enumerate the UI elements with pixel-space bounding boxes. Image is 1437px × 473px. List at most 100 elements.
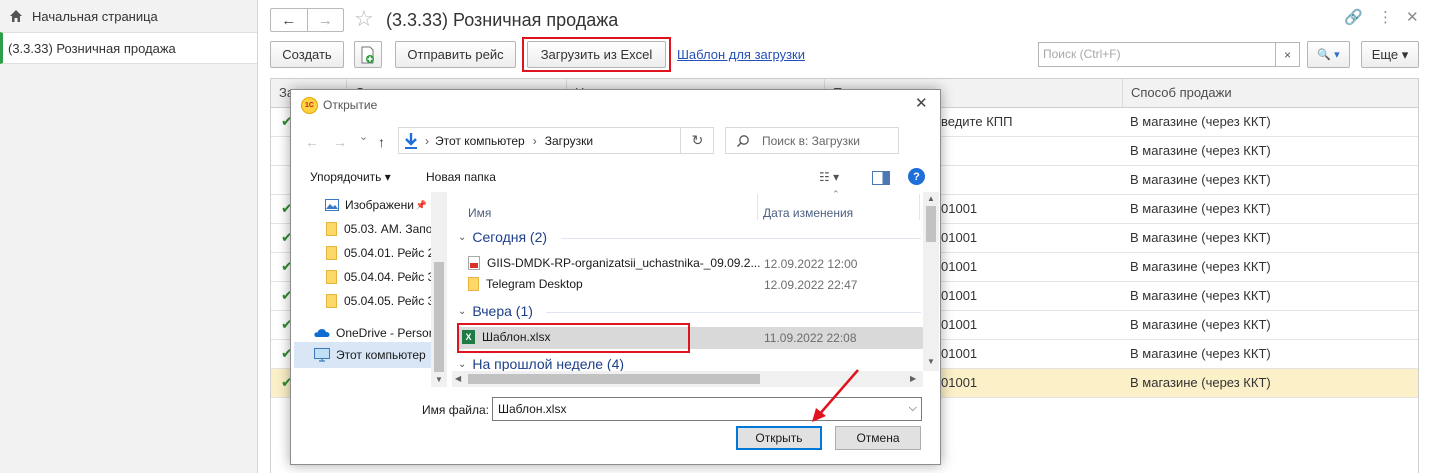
- column-header-sale-method[interactable]: Способ продажи: [1122, 79, 1232, 107]
- add-document-icon: [361, 46, 374, 63]
- refresh-icon[interactable]: ↻: [680, 127, 714, 154]
- group-header-today[interactable]: ⌄ Сегодня (2): [458, 229, 547, 245]
- breadcrumb-downloads[interactable]: Загрузки: [545, 134, 593, 148]
- up-arrow-icon[interactable]: ↑: [378, 134, 385, 150]
- search-field[interactable]: Поиск (Ctrl+F) ×: [1038, 42, 1300, 67]
- tree-item-pictures[interactable]: Изображени 📌: [325, 195, 427, 215]
- forward-arrow-icon[interactable]: →: [333, 134, 347, 150]
- filename-label: Имя файла:: [422, 403, 489, 417]
- tree-item-folder[interactable]: 05.03. АМ. Запо.: [326, 219, 436, 239]
- scrollbar-thumb[interactable]: [468, 374, 760, 384]
- table-cell-kpp: 01001: [941, 375, 978, 390]
- search-input[interactable]: Поиск (Ctrl+F): [1039, 43, 1275, 66]
- table-cell-sale-method: В магазине (через ККТ): [1130, 230, 1271, 245]
- clear-search-icon[interactable]: ×: [1275, 43, 1299, 66]
- home-icon: [10, 10, 22, 22]
- template-download-link[interactable]: Шаблон для загрузки: [677, 47, 805, 62]
- file-item-pdf[interactable]: GIIS-DMDK-RP-organizatsii_uchastnika-_09…: [468, 256, 760, 270]
- group-header-last-week[interactable]: ⌄ На прошлой неделе (4): [458, 356, 624, 372]
- preview-pane-icon[interactable]: [872, 171, 890, 185]
- folder-icon: [468, 277, 479, 291]
- scroll-left-icon[interactable]: ◀: [455, 374, 461, 383]
- group-header-yesterday[interactable]: ⌄ Вчера (1): [458, 303, 533, 319]
- dialog-close-icon[interactable]: ✕: [915, 94, 928, 112]
- new-folder-button[interactable]: Новая папка: [426, 170, 496, 184]
- group-chevron-icon: ⌄: [458, 231, 467, 243]
- scrollbar-thumb[interactable]: [434, 262, 444, 372]
- onedrive-cloud-icon: [314, 329, 330, 337]
- tree-item-this-pc[interactable]: Этот компьютер: [314, 345, 426, 365]
- add-document-button[interactable]: [354, 41, 382, 68]
- table-cell-sale-method: В магазине (через ККТ): [1130, 201, 1271, 216]
- table-cell-kpp: 01001: [941, 259, 978, 274]
- dialog-command-bar: Упорядочить ▾ Новая папка ☷ ▾ ?: [292, 162, 939, 192]
- view-options-icon[interactable]: ☷ ▾: [819, 170, 839, 184]
- scroll-right-icon[interactable]: ▶: [910, 374, 916, 383]
- table-cell-sale-method: В магазине (через ККТ): [1130, 375, 1271, 390]
- search-options-button[interactable]: 🔍 ▾: [1307, 41, 1350, 68]
- create-button[interactable]: Создать: [270, 41, 344, 68]
- more-button[interactable]: Еще ▾: [1361, 41, 1419, 68]
- send-trip-button[interactable]: Отправить рейс: [395, 41, 516, 68]
- table-cell-sale-method: В магазине (через ККТ): [1130, 259, 1271, 274]
- file-date: 12.09.2022 22:47: [764, 278, 858, 292]
- table-cell-kpp: 01001: [941, 288, 978, 303]
- table-cell-kpp: 01001: [941, 317, 978, 332]
- table-cell-kpp: 01001: [941, 201, 978, 216]
- sidebar-item-home[interactable]: Начальная страница: [0, 0, 257, 32]
- folder-icon: [326, 222, 337, 236]
- downloads-icon: [405, 132, 417, 149]
- file-item-folder[interactable]: Telegram Desktop: [468, 277, 583, 291]
- recent-locations-icon[interactable]: ⌄: [359, 130, 368, 143]
- column-header-date[interactable]: Дата изменения: [763, 206, 853, 220]
- back-button[interactable]: ←: [271, 9, 307, 31]
- highlight-frame-file: [457, 323, 690, 353]
- chevron-down-icon[interactable]: ⌵: [909, 402, 917, 415]
- favorite-star-icon[interactable]: ☆: [354, 6, 374, 32]
- scrollbar-thumb[interactable]: [926, 206, 936, 242]
- link-icon[interactable]: 🔗: [1344, 8, 1363, 28]
- breadcrumb-this-pc[interactable]: Этот компьютер: [435, 134, 525, 148]
- sidebar: Начальная страница (3.3.33) Розничная пр…: [0, 0, 258, 473]
- file-date: 11.09.2022 22:08: [764, 331, 857, 345]
- scroll-down-icon[interactable]: ▼: [927, 357, 935, 366]
- column-header-name[interactable]: Имя: [468, 206, 491, 220]
- more-options-icon[interactable]: ⋮: [1378, 8, 1393, 28]
- path-separator: ›: [425, 133, 429, 148]
- scroll-down-icon[interactable]: ▼: [435, 375, 443, 384]
- back-arrow-icon[interactable]: ←: [305, 134, 319, 150]
- tree-item-onedrive[interactable]: OneDrive - Persor: [314, 323, 433, 343]
- sort-chevron-icon: ⌃: [832, 189, 840, 199]
- table-cell-sale-method: В магазине (через ККТ): [1130, 317, 1271, 332]
- folder-search-input[interactable]: Поиск в: Загрузки: [725, 127, 899, 154]
- close-icon[interactable]: ✕: [1406, 8, 1419, 28]
- sidebar-item-retail-sale[interactable]: (3.3.33) Розничная продажа: [0, 32, 257, 64]
- highlight-frame-load-excel: [522, 37, 671, 72]
- scroll-up-icon[interactable]: ▲: [927, 194, 935, 203]
- group-separator: [561, 238, 921, 239]
- file-date: 12.09.2022 12:00: [764, 257, 858, 271]
- tree-item-folder[interactable]: 05.04.05. Рейс 3.: [326, 291, 438, 311]
- tree-item-folder[interactable]: 05.04.04. Рейс 3.: [326, 267, 438, 287]
- forward-button[interactable]: →: [306, 9, 344, 31]
- pin-icon: 📌: [415, 199, 428, 210]
- computer-icon: [314, 348, 330, 362]
- table-cell-kpp: 01001: [941, 346, 978, 361]
- file-list-scrollbar[interactable]: ▲ ▼: [923, 192, 939, 371]
- group-chevron-icon: ⌄: [458, 305, 467, 317]
- group-separator: [546, 312, 921, 313]
- folder-search-placeholder: Поиск в: Загрузки: [762, 133, 860, 148]
- 1c-logo-icon: 1С: [301, 97, 318, 114]
- help-icon[interactable]: ?: [908, 168, 925, 185]
- organize-menu-button[interactable]: Упорядочить ▾: [310, 170, 391, 184]
- history-nav: ← →: [270, 8, 344, 32]
- navigation-scrollbar[interactable]: ▼: [431, 192, 447, 387]
- folder-icon: [326, 270, 337, 284]
- table-cell-kpp: 01001: [941, 230, 978, 245]
- folder-icon: [326, 294, 337, 308]
- address-bar[interactable]: › Этот компьютер › Загрузки: [398, 127, 714, 154]
- table-cell-sale-method: В магазине (через ККТ): [1130, 288, 1271, 303]
- table-cell-sale-method: В магазине (через ККТ): [1130, 114, 1271, 129]
- tree-item-folder[interactable]: 05.04.01. Рейс 2.: [326, 243, 438, 263]
- search-icon: [737, 134, 749, 147]
